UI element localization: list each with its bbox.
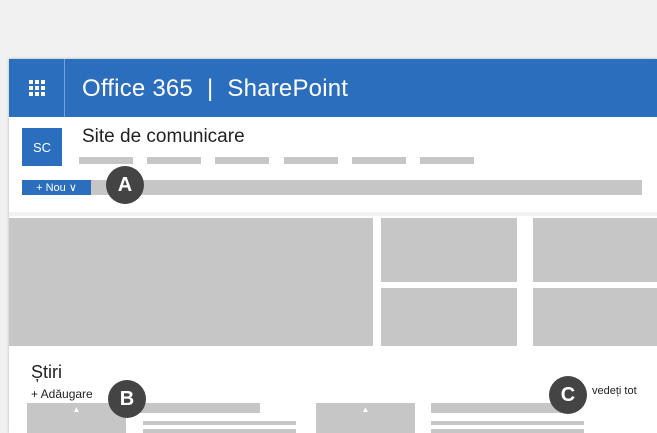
image-icon: ▲ <box>361 405 370 414</box>
new-button[interactable]: + Nou ∨ <box>22 180 91 195</box>
image-icon: ▲ <box>72 405 81 414</box>
callout-c-badge: C <box>549 376 587 414</box>
chevron-down-icon: ∨ <box>68 182 77 194</box>
news-headline-placeholder <box>431 403 562 413</box>
callout-b-badge: B <box>108 380 146 418</box>
suite-title: Office 365 | SharePoint <box>82 75 348 103</box>
news-headline-placeholder <box>129 403 260 413</box>
see-all-link[interactable]: vedeți tot <box>592 385 637 397</box>
news-text-placeholder <box>143 429 296 433</box>
news-title: Știri <box>31 362 62 382</box>
app-name[interactable]: SharePoint <box>227 75 348 102</box>
app-launcher-icon <box>28 80 45 96</box>
product-name[interactable]: Office 365 <box>82 75 193 102</box>
new-button-label: + Nou <box>36 181 66 194</box>
hero-tile[interactable] <box>533 218 657 282</box>
news-text-placeholder <box>431 421 584 425</box>
app-launcher-button[interactable] <box>9 59 65 117</box>
site-logo[interactable]: SC <box>22 128 62 166</box>
title-separator: | <box>206 75 214 102</box>
command-bar-placeholder <box>89 180 642 195</box>
nav-link-placeholder[interactable] <box>352 157 406 164</box>
news-add-button[interactable]: + Adăugare <box>31 387 93 401</box>
hero-tile[interactable] <box>533 288 657 346</box>
callout-a-badge: A <box>106 166 144 204</box>
suite-bar: Office 365 | SharePoint <box>9 59 657 117</box>
news-text-placeholder <box>431 429 584 433</box>
news-text-placeholder <box>143 421 296 425</box>
hero-tile[interactable] <box>381 218 517 282</box>
nav-link-placeholder[interactable] <box>147 157 201 164</box>
nav-link-placeholder[interactable] <box>284 157 338 164</box>
hero-tile[interactable] <box>381 288 517 346</box>
news-thumbnail[interactable]: ▲ <box>316 403 415 433</box>
nav-link-placeholder[interactable] <box>79 157 133 164</box>
nav-link-placeholder[interactable] <box>420 157 474 164</box>
hero-main-tile[interactable] <box>9 218 373 346</box>
hero-section <box>9 216 657 350</box>
nav-link-placeholder[interactable] <box>215 157 269 164</box>
site-header: SC Site de comunicare <box>9 117 657 212</box>
site-title[interactable]: Site de comunicare <box>82 126 245 148</box>
